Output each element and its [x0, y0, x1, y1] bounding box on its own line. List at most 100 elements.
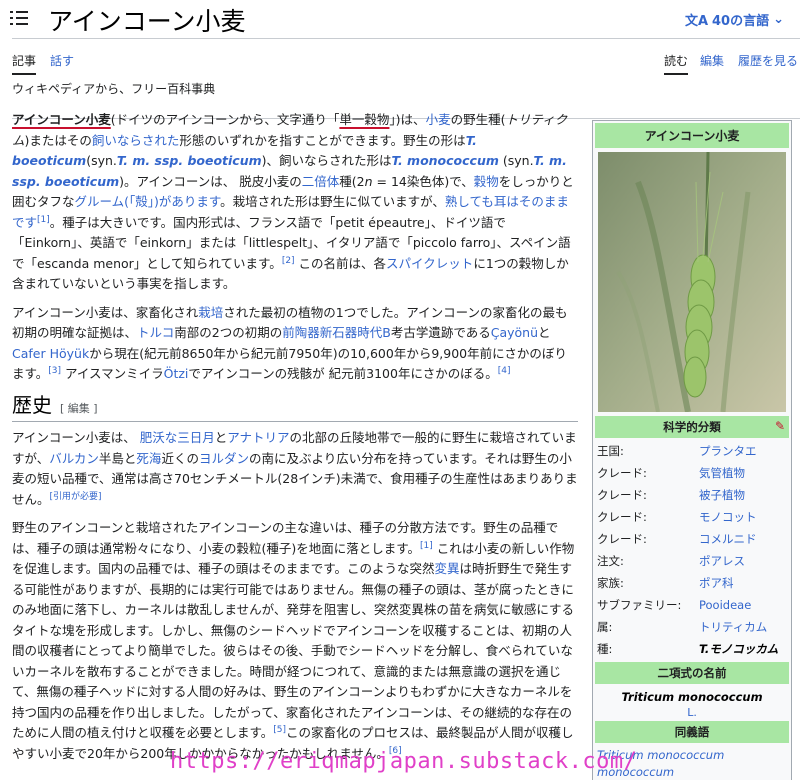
taxonomy-value: T.モノコッカム [699, 642, 779, 656]
wiki-link[interactable]: トルコ [137, 325, 174, 340]
taxonomy-row: クレード: コメルニド [593, 528, 791, 550]
taxonomy-value[interactable]: 被子植物 [699, 487, 745, 503]
taxonomy-rank: 注文: [597, 554, 624, 568]
table-of-contents-icon[interactable] [10, 10, 28, 26]
taxonomy-row: クレード: モノコット [593, 506, 791, 528]
text-run: )、飼いならされた形は [261, 153, 392, 168]
wiki-link[interactable]: Ötzi [164, 366, 189, 381]
citation-link[interactable]: [5] [273, 725, 286, 735]
tagline: ウィキペディアから、フリー百科事典 [12, 82, 216, 96]
text-run: アインコーン小麦は、 [12, 430, 140, 445]
wiki-link[interactable]: Cafer Höyük [12, 346, 89, 361]
tab-history[interactable]: 履歴を見る [738, 52, 798, 69]
text-run: は時折野生で発生する可能性がありますが、長期的には実行可能ではありません。無傷の… [12, 561, 575, 740]
text-run: アインコーン小麦は、家畜化され [12, 304, 199, 320]
citation-link[interactable]: [3] [48, 366, 61, 376]
binomial-name: Triticum monococcum [621, 690, 763, 704]
tab-edit[interactable]: 編集 [700, 52, 724, 69]
text-run: 形態のいずれかを指すことができます。野生の形は [179, 132, 466, 148]
wiki-link[interactable]: 小麦 [426, 112, 451, 127]
taxonomy-rank: クレード: [597, 532, 647, 546]
taxonomy-row: 王国: プランタエ [593, 440, 791, 462]
wiki-link[interactable]: 飼いならされた [92, 133, 180, 148]
taxonomy-rank: クレード: [597, 466, 647, 480]
text-run: と [538, 325, 551, 340]
taxonomy-row: サブファミリー: Pooideae [593, 594, 791, 616]
taxonomy-value[interactable]: プランタエ [699, 443, 757, 459]
edit-section-link[interactable]: [ 編集 ] [60, 399, 98, 420]
wiki-link[interactable]: Çayönü [491, 325, 538, 340]
taxon-link[interactable]: T. monococcum [392, 153, 499, 168]
wiki-link[interactable]: 肥沃な三日月 [140, 430, 215, 445]
intro-paragraph-2: アインコーン小麦は、家畜化され栽培された最初の植物の1つでした。アインコーンの家… [12, 303, 578, 385]
taxonomy-rank: クレード: [597, 488, 647, 502]
wiki-link[interactable]: 前陶器新石器時代B [282, 325, 391, 340]
title-divider [12, 38, 800, 39]
language-count: 40の言語 [712, 14, 770, 29]
wiki-link[interactable]: 栽培 [198, 305, 223, 320]
taxonomy-table: 王国: プランタエ クレード: 気管植物 クレード: 被子植物 クレード: モノコット クレード… [593, 440, 791, 660]
citation-link[interactable]: [引用が必要] [50, 491, 102, 501]
text-run: 種(2 [339, 173, 365, 189]
subject-term: アインコーン小麦 [12, 112, 111, 127]
history-paragraph-1: アインコーン小麦は、 肥沃な三日月とアナトリアの北部の丘陵地帯で一般的に野生に栽… [12, 428, 578, 510]
wheat-photo[interactable] [598, 152, 786, 412]
text-run: (ドイツのアインコーンから、文字通り「 [110, 112, 340, 127]
text-run: = 14染色体)で、 [372, 173, 474, 189]
taxon-link[interactable]: T. m. ssp. boeoticum [117, 153, 262, 168]
wheat-spike-image [598, 152, 786, 412]
taxonomy-value[interactable]: モノコット [699, 509, 757, 525]
taxonomy-value[interactable]: ポア科 [699, 575, 734, 591]
wiki-link[interactable]: 穀物 [474, 174, 499, 189]
taxonomy-rank: 王国: [597, 444, 624, 458]
taxonomy-value[interactable]: Pooideae [699, 598, 751, 612]
wiki-link[interactable]: バルカン [49, 451, 99, 466]
tab-talk[interactable]: 話す [50, 52, 74, 69]
infobox-title: アインコーン小麦 [595, 123, 789, 148]
wiki-link[interactable]: スパイクレット [386, 256, 473, 271]
synonyms-heading: 同義語 [595, 721, 789, 743]
wiki-link[interactable]: 変異 [435, 561, 460, 576]
taxonomy-rank: クレード: [597, 510, 647, 524]
pencil-icon[interactable]: ✎ [775, 419, 785, 433]
wiki-link[interactable]: 死海 [136, 451, 161, 466]
taxonomy-heading: 科学的分類 ✎ [595, 416, 789, 438]
text-run: アイスマンミイラ [61, 366, 164, 381]
page-header: アインコーン小麦 文A 40の言語 ⌄ [0, 0, 800, 40]
taxonomy-rank: 家族: [597, 576, 624, 590]
text-run: (syn. [86, 153, 117, 168]
taxonomy-rank: サブファミリー: [597, 598, 682, 612]
text-run: 近くの [161, 450, 199, 466]
wiki-link[interactable]: グルーム(「殻」)があります [75, 194, 221, 209]
wiki-link[interactable]: アナトリア [227, 430, 289, 445]
text-run: 南部の2つの初期の [174, 325, 283, 340]
article-body: アインコーン小麦(ドイツのアインコーンから、文字通り「単一穀物」)は、小麦の野生… [12, 110, 578, 772]
binomial-author[interactable]: L. [593, 706, 791, 719]
taxonomy-value[interactable]: ポアレス [699, 553, 745, 569]
section-title: 歴史 [12, 392, 52, 417]
text-run: 」)は、 [389, 112, 426, 127]
taxonomy-row: クレード: 被子植物 [593, 484, 791, 506]
citation-link[interactable]: [2] [282, 255, 295, 265]
wiki-link[interactable]: ヨルダン [199, 451, 249, 466]
taxonomy-row: 注文: ポアレス [593, 550, 791, 572]
taxonomy-row: 属: トリティカム [593, 616, 791, 638]
page-tabs: 記事 話す 読む 編集 履歴を見る [0, 48, 800, 119]
tab-article[interactable]: 記事 [12, 52, 37, 75]
taxonomy-value[interactable]: 気管植物 [699, 465, 745, 481]
citation-link[interactable]: [1] [420, 540, 433, 550]
citation-link[interactable]: [1] [37, 214, 50, 224]
taxonomy-value[interactable]: トリティカム [699, 619, 767, 635]
citation-link[interactable]: [4] [498, 366, 511, 376]
text-run: 考古学遺跡である [390, 325, 491, 340]
taxonomy-value[interactable]: コメルニド [699, 531, 757, 547]
chevron-down-icon: ⌄ [773, 12, 784, 27]
text-run: )またはその [24, 132, 92, 148]
text-run: でアインコーンの残骸が 紀元前3100年にさかのぼる。 [188, 366, 498, 381]
tab-read[interactable]: 読む [664, 52, 689, 75]
text-run: と [214, 430, 228, 445]
italic-text: n [364, 173, 373, 189]
wiki-link[interactable]: 二倍体 [302, 174, 340, 189]
taxonomy-rank: 属: [597, 620, 613, 634]
language-button[interactable]: 文A 40の言語 ⌄ [685, 10, 784, 29]
